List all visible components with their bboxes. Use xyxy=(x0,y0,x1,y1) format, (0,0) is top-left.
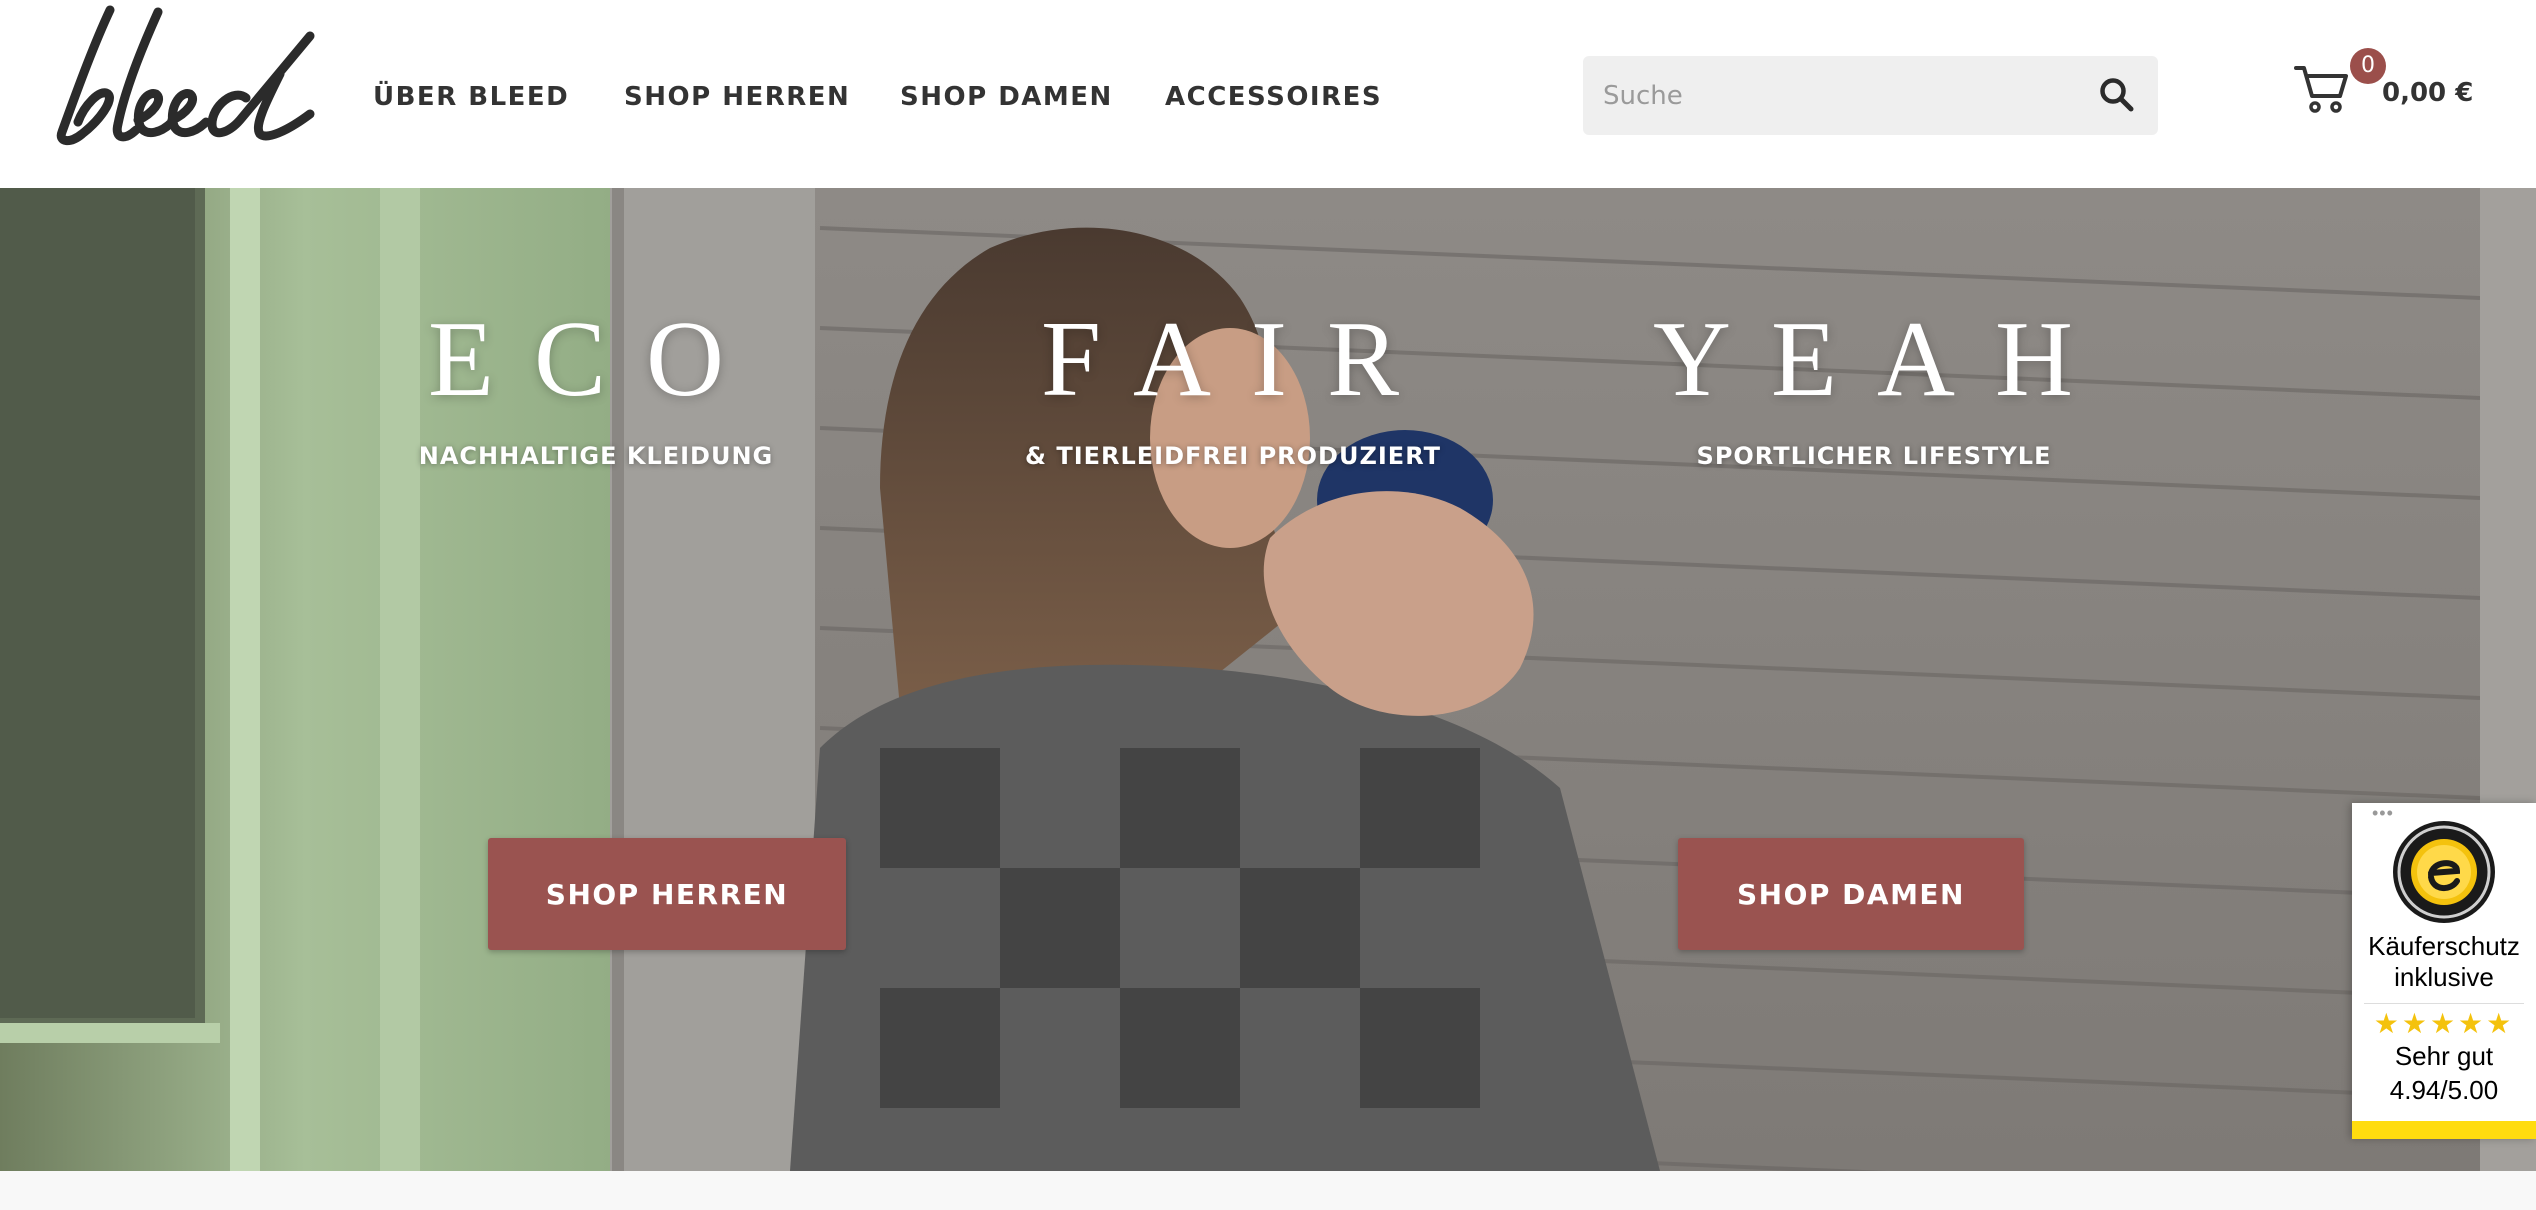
shop-herren-button[interactable]: SHOP HERREN xyxy=(488,838,846,950)
cart-amount: 0,00 € xyxy=(2382,78,2474,108)
search-box xyxy=(1583,56,2158,135)
shopping-cart-icon xyxy=(2294,62,2350,114)
bleed-logo-script xyxy=(56,5,315,145)
trusted-shops-rating-word: Sehr gut xyxy=(2394,1041,2494,1071)
cart-widget[interactable]: 0 0,00 € xyxy=(2294,48,2494,128)
trusted-shops-label: Käuferschutz inklusive xyxy=(2368,931,2520,992)
nav-item-ueber-bleed[interactable]: ÜBER BLEED xyxy=(373,82,569,112)
hero-banner: ECO NACHHALTIGE KLEIDUNG FAIR & TIERLEID… xyxy=(0,188,2536,1171)
trusted-shops-divider xyxy=(2364,1003,2524,1004)
trusted-shops-score: 4.94/5.00 xyxy=(2389,1075,2499,1105)
nav-item-shop-damen[interactable]: SHOP DAMEN xyxy=(900,82,1113,112)
claim-fair-title: FAIR xyxy=(1040,300,1440,419)
cart-count-badge: 0 xyxy=(2350,48,2386,84)
shop-damen-button[interactable]: SHOP DAMEN xyxy=(1678,838,2024,950)
rating-stars-icon: ★★★★★ xyxy=(2373,1008,2515,1039)
nav-item-shop-herren[interactable]: SHOP HERREN xyxy=(624,82,850,112)
trusted-shops-seal-icon xyxy=(2391,819,2497,925)
search-input[interactable] xyxy=(1601,72,2085,120)
page-bottom-strip xyxy=(0,1171,2536,1210)
trusted-shops-yellow-strip xyxy=(2352,1121,2536,1139)
claim-eco-subtitle: NACHHALTIGE KLEIDUNG xyxy=(418,442,774,470)
search-icon[interactable] xyxy=(2098,76,2136,114)
site-header: ÜBER BLEED SHOP HERREN SHOP DAMEN ACCESS… xyxy=(0,0,2536,188)
claim-yeah-subtitle: SPORTLICHER LIFESTYLE xyxy=(1696,442,2052,470)
claim-eco-title: ECO xyxy=(428,300,764,419)
trusted-shops-badge[interactable]: ••• Käuferschutz inklusive ★★★★★ Sehr gu… xyxy=(2352,803,2536,1139)
bleed-logo[interactable] xyxy=(40,2,320,152)
claim-fair-subtitle: & TIERLEIDFREI PRODUZIERT xyxy=(1025,442,1441,470)
nav-item-accessoires[interactable]: ACCESSOIRES xyxy=(1165,82,1382,112)
claim-yeah-title: YEAH xyxy=(1653,300,2113,419)
